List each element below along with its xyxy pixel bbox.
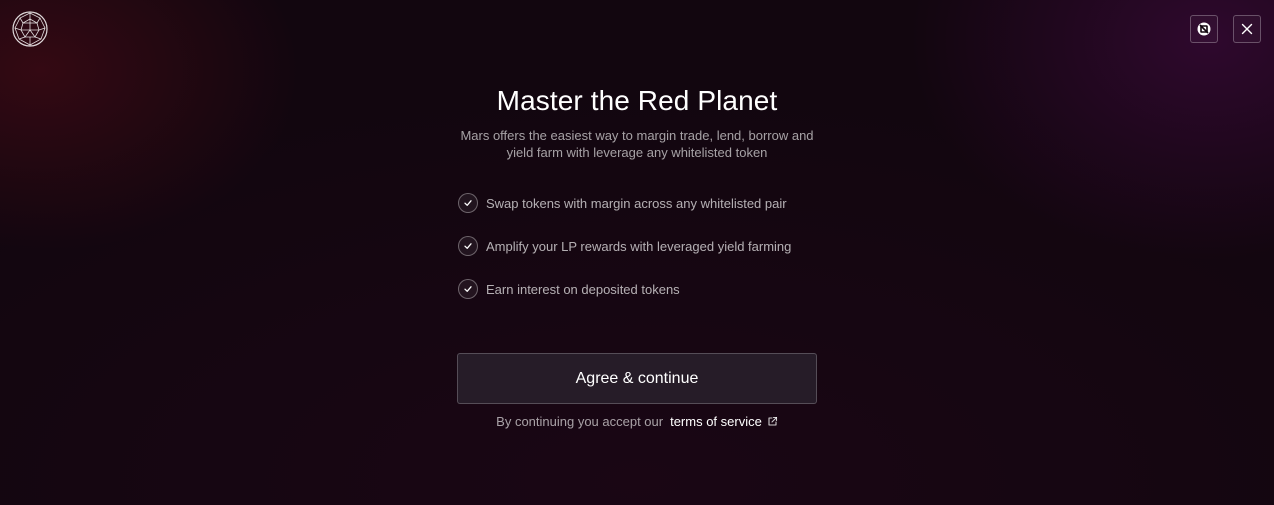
- feature-item: Swap tokens with margin across any white…: [457, 192, 817, 214]
- feature-list: Swap tokens with margin across any white…: [457, 192, 817, 300]
- terms-of-service-link[interactable]: terms of service: [670, 414, 778, 429]
- agree-continue-button[interactable]: Agree & continue: [457, 353, 817, 404]
- checkmark-icon: [458, 236, 478, 256]
- checkmark-icon: [458, 279, 478, 299]
- feature-label: Amplify your LP rewards with leveraged y…: [486, 238, 792, 254]
- mars-logo-icon[interactable]: [12, 11, 48, 47]
- checkmark-icon: [458, 193, 478, 213]
- terms-prefix: By continuing you accept our: [496, 414, 664, 429]
- feature-item: Earn interest on deposited tokens: [457, 278, 817, 300]
- page-subtitle: Mars offers the easiest way to margin tr…: [460, 128, 814, 160]
- terms-notice: By continuing you accept our terms of se…: [496, 414, 778, 429]
- wallet-button[interactable]: [1190, 15, 1218, 43]
- feature-label: Swap tokens with margin across any white…: [486, 195, 787, 211]
- onboarding-panel: Master the Red Planet Mars offers the ea…: [0, 84, 1274, 429]
- terms-link-label: terms of service: [670, 414, 762, 429]
- feature-label: Earn interest on deposited tokens: [486, 281, 680, 297]
- close-button[interactable]: [1233, 15, 1261, 43]
- page-title: Master the Red Planet: [496, 85, 778, 116]
- external-link-icon: [767, 416, 778, 427]
- wallet-connect-icon: [1197, 22, 1211, 36]
- feature-item: Amplify your LP rewards with leveraged y…: [457, 235, 817, 257]
- close-icon: [1241, 23, 1253, 35]
